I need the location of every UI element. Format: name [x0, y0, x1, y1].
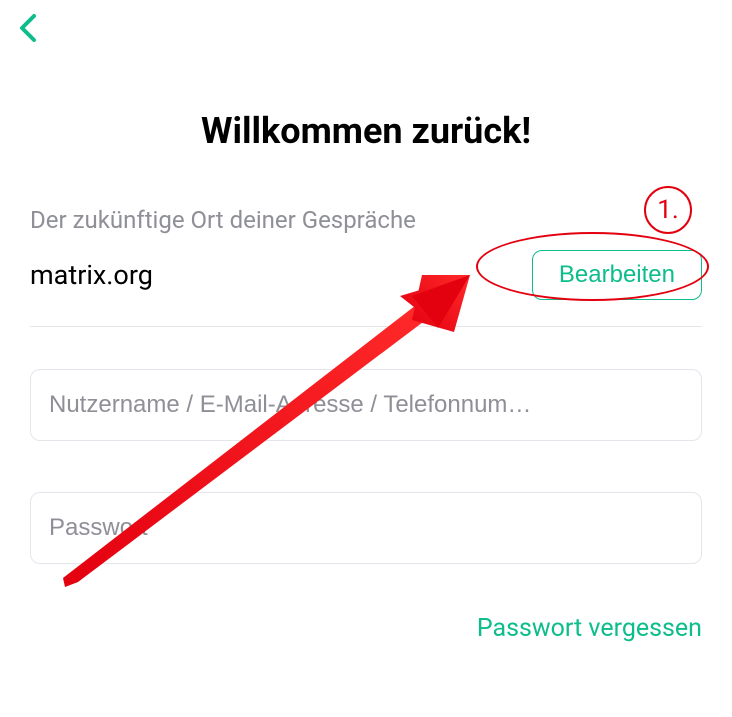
chevron-left-icon — [16, 12, 40, 48]
password-input[interactable] — [30, 492, 702, 564]
homeserver-section: Der zukünftige Ort deiner Gespräche matr… — [30, 206, 702, 300]
username-input[interactable] — [30, 369, 702, 441]
section-divider — [30, 326, 702, 327]
back-button[interactable] — [8, 10, 48, 50]
forgot-password-link[interactable]: Passwort vergessen — [477, 614, 702, 643]
homeserver-row: matrix.org Bearbeiten — [30, 250, 702, 300]
homeserver-value: matrix.org — [30, 259, 153, 291]
page-title: Willkommen zurück! — [0, 110, 732, 152]
homeserver-label: Der zukünftige Ort deiner Gespräche — [30, 206, 702, 234]
edit-homeserver-button[interactable]: Bearbeiten — [532, 250, 702, 300]
